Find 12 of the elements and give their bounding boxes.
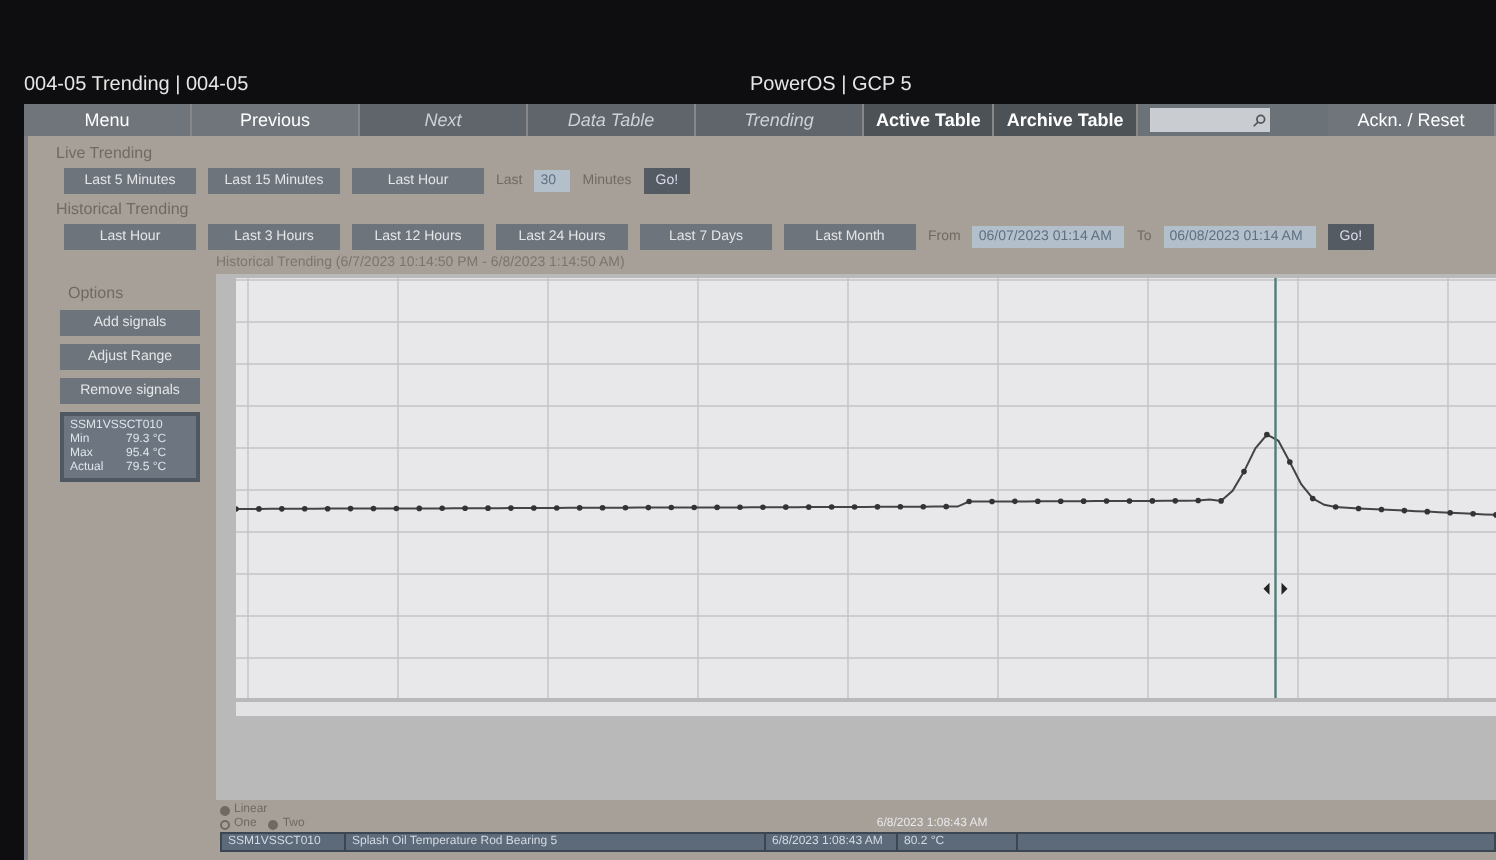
nav-button[interactable]: Menu — [24, 104, 192, 136]
search-field[interactable] — [1149, 108, 1270, 132]
cursor-line[interactable] — [1274, 278, 1277, 698]
system-title: PowerOS | GCP 5 — [750, 74, 914, 96]
resize-cursor-icon — [1263, 582, 1288, 595]
nav-button[interactable]: Active Table — [864, 104, 995, 136]
window-title: 004-05 Trending | 004-05 — [24, 74, 251, 96]
acknowledge-reset-button[interactable]: Ackn. / Reset — [1328, 104, 1496, 136]
search-icon — [1251, 113, 1266, 127]
nav-button[interactable]: Previous — [192, 104, 360, 136]
nav-button[interactable]: Archive Table — [994, 104, 1138, 136]
scroll-bar[interactable] — [236, 702, 1496, 716]
